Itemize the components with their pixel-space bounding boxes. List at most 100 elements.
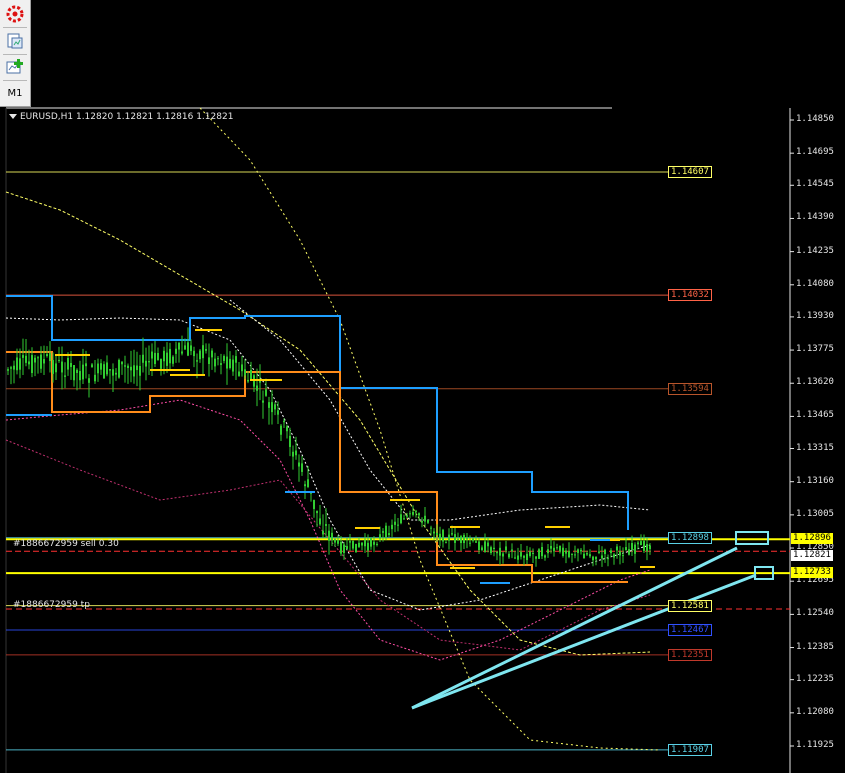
- candle-body: [565, 550, 567, 554]
- candle-body: [124, 365, 126, 367]
- candle-body: [598, 551, 600, 553]
- candle-body: [208, 357, 210, 364]
- candle-body: [550, 545, 552, 549]
- candle-body: [586, 553, 588, 555]
- chart-template-icon[interactable]: [3, 30, 27, 52]
- candle-body: [37, 357, 39, 359]
- candle-body: [532, 552, 534, 554]
- candle-body: [577, 549, 579, 553]
- candle-body: [448, 534, 450, 541]
- candle-body: [349, 541, 351, 543]
- candle-body: [388, 533, 390, 535]
- candle-body: [373, 541, 375, 545]
- candle-body: [529, 551, 531, 556]
- candle-body: [22, 355, 24, 358]
- candle-body: [127, 365, 129, 369]
- candle-body: [382, 531, 384, 533]
- candle-body: [271, 402, 273, 413]
- candle-body: [463, 535, 465, 544]
- candle-body: [472, 538, 474, 541]
- candle-body: [610, 550, 612, 554]
- candle-body: [211, 350, 213, 358]
- ask-price-box: 1.12896: [791, 533, 833, 544]
- toolbar-separator: [3, 54, 27, 55]
- candle-body: [418, 513, 420, 516]
- candle-body: [469, 542, 471, 544]
- candle-body: [499, 547, 501, 556]
- candle-body: [445, 542, 447, 544]
- candle-body: [433, 531, 435, 534]
- candle-body: [232, 359, 234, 372]
- candle-body: [88, 378, 90, 383]
- candle-body: [79, 371, 81, 381]
- candle-body: [49, 353, 51, 362]
- annotation-arrow: [411, 573, 757, 710]
- app-logo-icon[interactable]: [3, 3, 27, 25]
- candle-body: [142, 354, 144, 363]
- candle-body: [376, 543, 378, 545]
- candle-body: [283, 420, 285, 423]
- candle-body: [184, 345, 186, 350]
- candle-body: [82, 364, 84, 380]
- candle-body: [325, 524, 327, 526]
- collapse-triangle-icon[interactable]: [9, 114, 17, 119]
- candle-body: [91, 364, 93, 368]
- candle-body: [592, 556, 594, 561]
- candle-body: [25, 355, 27, 363]
- candle-body: [268, 402, 270, 408]
- candle-body: [391, 524, 393, 530]
- candle-body: [217, 358, 219, 360]
- candle-body: [265, 389, 267, 396]
- candle-body: [163, 350, 165, 362]
- candle-body: [196, 360, 198, 362]
- candle-body: [235, 356, 237, 363]
- candle-body: [193, 350, 195, 357]
- candle-body: [544, 555, 546, 558]
- candle-body: [322, 530, 324, 535]
- candle-body: [640, 541, 642, 546]
- candle-body: [43, 359, 45, 364]
- candle-body: [46, 354, 48, 357]
- candle-body: [556, 547, 558, 549]
- candle-body: [10, 367, 12, 369]
- candle-body: [154, 352, 156, 364]
- candle-body: [301, 463, 303, 472]
- candle-body: [649, 545, 651, 550]
- candle-body: [40, 354, 42, 369]
- candle-body: [241, 364, 243, 372]
- candle-body: [352, 540, 354, 549]
- candle-body: [505, 546, 507, 551]
- candle-body: [109, 369, 111, 371]
- timeframe-button[interactable]: M1: [3, 82, 27, 104]
- candle-body: [19, 358, 21, 370]
- candle-body: [76, 369, 78, 373]
- candle-body: [475, 541, 477, 543]
- candle-body: [295, 450, 297, 456]
- candle-body: [274, 404, 276, 410]
- candle-body: [625, 547, 627, 551]
- candle-body: [481, 547, 483, 551]
- candle-body: [604, 549, 606, 555]
- candle-body: [358, 542, 360, 547]
- new-chart-icon[interactable]: [3, 56, 27, 78]
- candle-body: [319, 518, 321, 525]
- candle-body: [538, 549, 540, 559]
- toolbar: M1: [0, 0, 31, 107]
- candle-body: [277, 410, 279, 415]
- candle-body: [103, 364, 105, 379]
- candle-body: [367, 542, 369, 551]
- candle-body: [541, 546, 543, 557]
- candle-body: [646, 544, 648, 552]
- candle-body: [424, 515, 426, 522]
- candle-body: [31, 355, 33, 374]
- candle-body: [442, 529, 444, 542]
- toolbar-separator: [3, 27, 27, 28]
- candle-body: [643, 540, 645, 551]
- candle-body: [262, 400, 264, 403]
- candle-body: [553, 547, 555, 552]
- candle-body: [328, 530, 330, 541]
- candle-body: [385, 525, 387, 538]
- candle-body: [484, 541, 486, 553]
- candle-body: [370, 538, 372, 547]
- candle-body: [67, 357, 69, 370]
